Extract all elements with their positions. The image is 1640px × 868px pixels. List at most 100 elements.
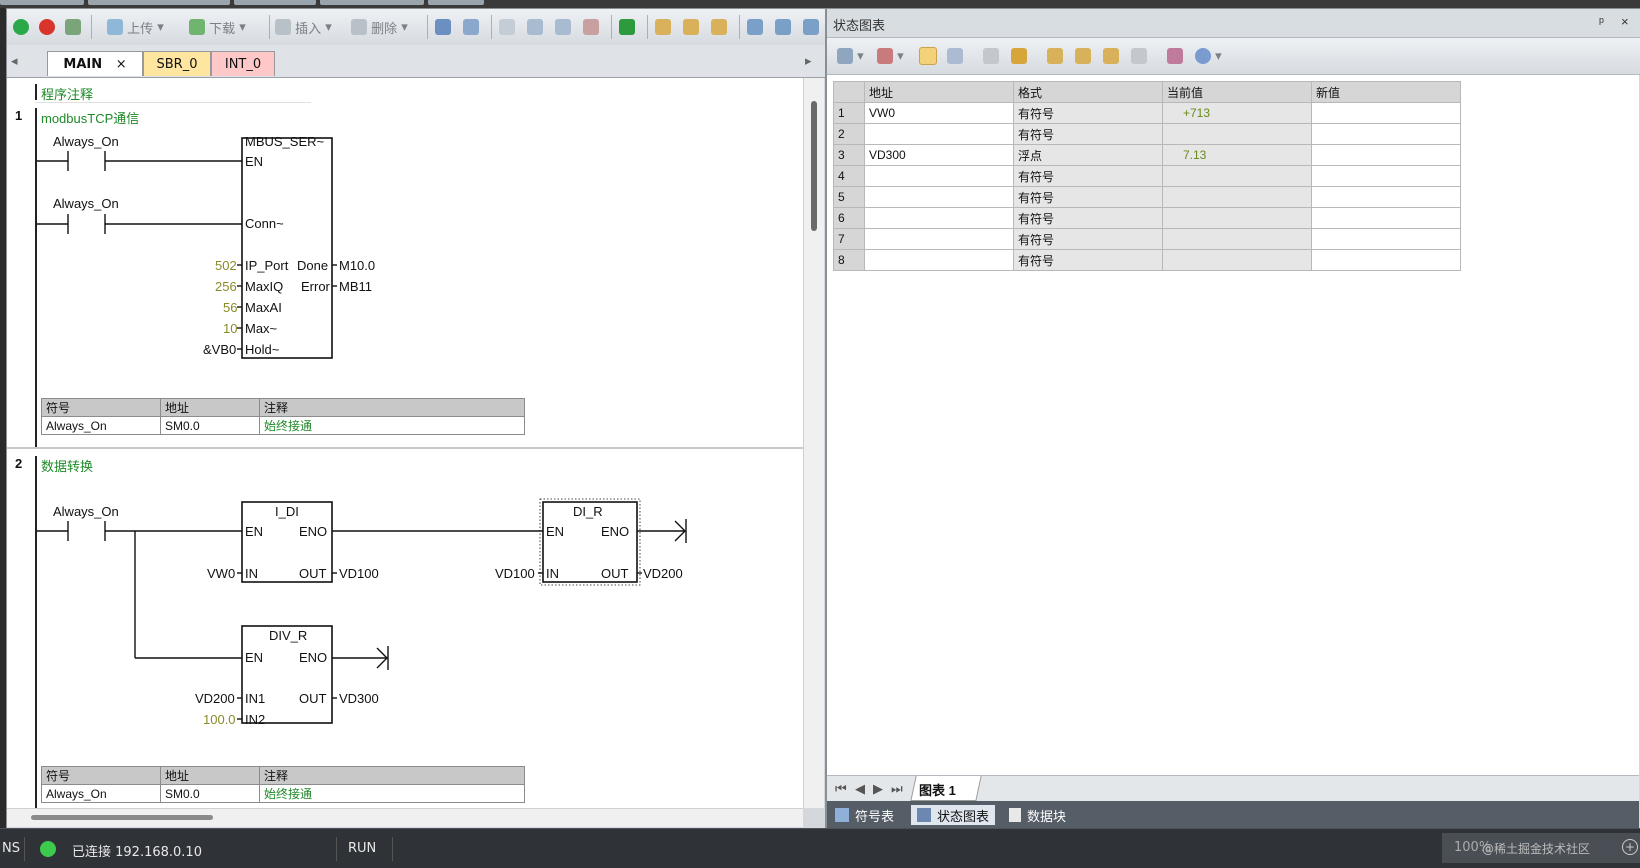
stop-button[interactable] — [39, 16, 55, 38]
operand-value[interactable]: &VB0 — [203, 342, 236, 357]
box-title[interactable]: DIV_R — [269, 628, 307, 643]
current-value-cell[interactable] — [1162, 228, 1312, 250]
monitor-button[interactable] — [919, 45, 937, 67]
new-value-cell[interactable] — [1311, 102, 1461, 124]
branch-up-button[interactable] — [803, 16, 819, 38]
delete-button[interactable]: 删除 ▾ — [351, 16, 408, 38]
current-value-cell[interactable] — [1162, 207, 1312, 229]
table-row[interactable]: 6 有符号 — [833, 207, 1461, 229]
address-cell[interactable] — [864, 123, 1014, 145]
current-value-cell[interactable] — [1162, 186, 1312, 208]
tool-button[interactable] — [527, 16, 543, 38]
unforce-all-button[interactable] — [1103, 45, 1119, 67]
box-title[interactable]: MBUS_SER~ — [245, 134, 324, 149]
goto-button[interactable] — [619, 16, 635, 38]
insert-button[interactable]: 插入 ▾ — [275, 16, 332, 38]
trend-button[interactable] — [983, 45, 999, 67]
address-cell[interactable]: VD300 — [864, 144, 1014, 166]
contact-label[interactable]: Always_On — [53, 504, 119, 519]
tab-main[interactable]: MAIN × — [47, 51, 143, 76]
zoom-in-icon[interactable]: + — [1622, 839, 1638, 855]
tab-status-chart[interactable]: 状态图表 — [911, 805, 996, 825]
close-icon[interactable]: × — [1621, 14, 1629, 29]
format-cell[interactable]: 有符号 — [1013, 207, 1163, 229]
new-value-cell[interactable] — [1311, 186, 1461, 208]
address-cell[interactable] — [864, 165, 1014, 187]
format-cell[interactable]: 有符号 — [1013, 186, 1163, 208]
tool-button[interactable] — [555, 16, 571, 38]
tool-button[interactable] — [499, 16, 515, 38]
operand-value[interactable]: VD100 — [339, 566, 379, 581]
run-button[interactable] — [13, 16, 29, 38]
current-value-cell[interactable]: +713 — [1162, 102, 1312, 124]
new-value-cell[interactable] — [1311, 228, 1461, 250]
operand-value[interactable]: 100.0 — [203, 712, 236, 727]
force-button[interactable] — [1047, 45, 1063, 67]
address-cell[interactable] — [864, 207, 1014, 229]
operand-value[interactable]: MB11 — [339, 279, 372, 294]
operand-value[interactable]: M10.0 — [339, 258, 375, 273]
network-button[interactable] — [435, 16, 451, 38]
new-value-cell[interactable] — [1311, 123, 1461, 145]
nav-next-icon[interactable]: ▶ — [873, 781, 883, 797]
new-value-cell[interactable] — [1311, 249, 1461, 271]
current-value-cell[interactable] — [1162, 249, 1312, 271]
table-row[interactable]: 2 有符号 — [833, 123, 1461, 145]
operand-value[interactable]: VW0 — [207, 566, 235, 581]
address-cell[interactable] — [864, 186, 1014, 208]
table-row[interactable]: 7 有符号 — [833, 228, 1461, 250]
chart-button[interactable] — [1167, 45, 1183, 67]
nav-last-icon[interactable]: ⏭ — [891, 781, 903, 797]
operand-value[interactable]: 502 — [215, 258, 237, 273]
compile-button[interactable] — [65, 16, 81, 38]
table-row[interactable]: 5 有符号 — [833, 186, 1461, 208]
box-title[interactable]: I_DI — [275, 504, 299, 519]
operand-value[interactable]: VD300 — [339, 691, 379, 706]
add-button[interactable]: ▾ — [837, 45, 864, 67]
pin-icon[interactable]: ᵖ — [1599, 14, 1604, 29]
tab-scroll-left-icon[interactable]: ◂ — [11, 53, 18, 69]
current-value-cell[interactable] — [1162, 165, 1312, 187]
nav-prev-icon[interactable]: ◀ — [855, 781, 865, 797]
tab-sbr0[interactable]: SBR_0 — [143, 51, 211, 76]
pause-button[interactable] — [947, 45, 963, 67]
address-cell[interactable] — [864, 249, 1014, 271]
strip-tab[interactable] — [0, 0, 84, 5]
operand-value[interactable]: 56 — [223, 300, 237, 315]
table-row[interactable]: 4 有符号 — [833, 165, 1461, 187]
operand-value[interactable]: 256 — [215, 279, 237, 294]
read-forced-button[interactable] — [1131, 45, 1147, 67]
format-cell[interactable]: 有符号 — [1013, 228, 1163, 250]
network-title[interactable]: 数据转换 — [41, 456, 93, 475]
tool-button[interactable] — [583, 16, 599, 38]
unforce-button[interactable] — [1075, 45, 1091, 67]
format-cell[interactable]: 有符号 — [1013, 102, 1163, 124]
branch-button[interactable] — [747, 16, 763, 38]
download-button[interactable]: 下载 ▾ — [189, 16, 246, 38]
tab-symbol-table[interactable]: 符号表 — [835, 805, 894, 825]
box-title[interactable]: DI_R — [573, 504, 603, 519]
operand-value[interactable]: 10 — [223, 321, 237, 336]
lock-add-button[interactable] — [711, 16, 727, 38]
strip-tab[interactable] — [234, 0, 316, 5]
contact-label[interactable]: Always_On — [53, 134, 119, 149]
lock-button[interactable] — [655, 16, 671, 38]
upload-button[interactable]: 上传 ▾ — [107, 16, 164, 38]
current-value-cell[interactable] — [1162, 123, 1312, 145]
strip-tab[interactable] — [320, 0, 424, 5]
horizontal-scroll-thumb[interactable] — [31, 815, 213, 820]
nav-first-icon[interactable]: ⏮ — [835, 781, 847, 797]
operand-value[interactable]: VD200 — [195, 691, 235, 706]
sheet-tab-label[interactable]: 图表 1 — [919, 780, 956, 799]
address-cell[interactable]: VW0 — [864, 102, 1014, 124]
table-row[interactable]: 8 有符号 — [833, 249, 1461, 271]
tab-int0[interactable]: INT_0 — [211, 51, 275, 76]
tab-scroll-right-icon[interactable]: ▸ — [805, 53, 812, 69]
ladder-canvas[interactable]: 程序注释 1 modbusTCP通信 Always_On Always_On M… — [7, 78, 803, 808]
unlock-button[interactable] — [683, 16, 699, 38]
new-value-cell[interactable] — [1311, 165, 1461, 187]
strip-tab[interactable] — [428, 0, 484, 5]
tag-button[interactable]: ▾ — [1195, 45, 1222, 67]
vertical-scroll-thumb[interactable] — [811, 101, 817, 231]
strip-tab[interactable] — [88, 0, 230, 5]
